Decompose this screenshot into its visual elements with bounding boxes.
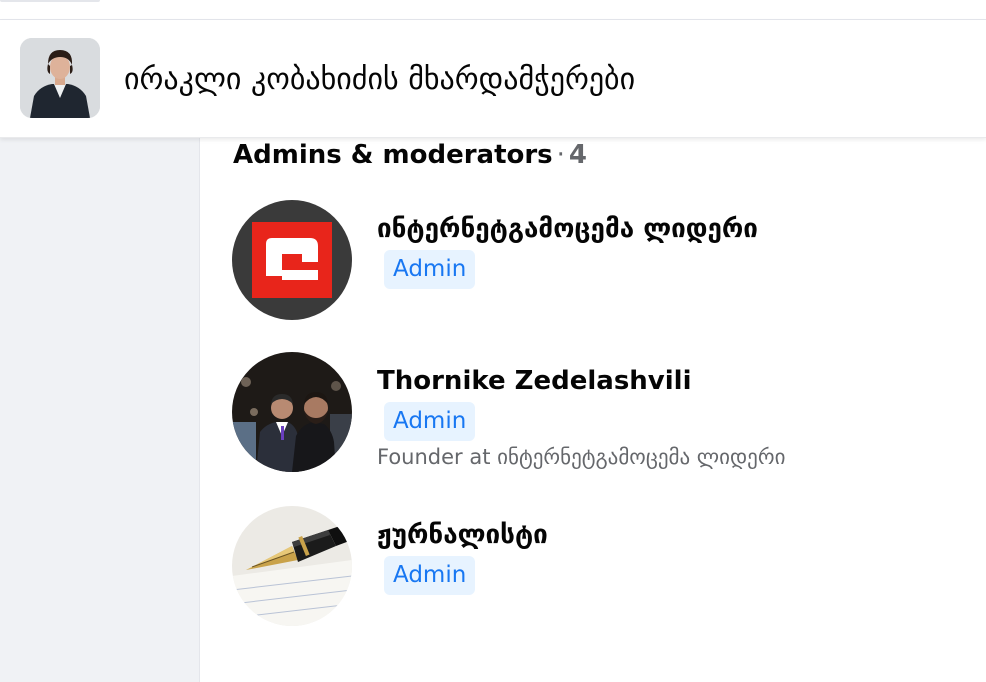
member-avatar[interactable] bbox=[232, 506, 352, 626]
member-avatar[interactable] bbox=[232, 200, 352, 320]
person-photo-icon bbox=[232, 352, 352, 472]
admins-moderators-heading: Admins & moderators · 4 bbox=[233, 140, 587, 170]
admin-badge: Admin bbox=[384, 250, 476, 289]
member-name[interactable]: ინტერნეტგამოცემა ლიდერი bbox=[377, 214, 758, 244]
top-bar-tab-edge bbox=[0, 0, 100, 2]
leader-logo-icon bbox=[232, 200, 352, 320]
group-name[interactable]: ირაკლი კობახიძის მხარდამჭერები bbox=[124, 62, 635, 97]
member-name[interactable]: ჟურნალისტი bbox=[377, 520, 548, 550]
member-name[interactable]: Thornike Zedelashvili bbox=[377, 366, 692, 396]
section-title: Admins & moderators bbox=[233, 140, 553, 170]
group-header: ირაკლი კობახიძის მხარდამჭერები bbox=[0, 20, 986, 138]
member-row: ჟურნალისტი Admin bbox=[232, 506, 972, 626]
member-subtitle: Founder at ინტერნეტგამოცემა ლიდერი bbox=[377, 445, 786, 469]
group-cover-photo-icon bbox=[20, 38, 100, 118]
admin-count: 4 bbox=[568, 140, 588, 170]
admin-badge: Admin bbox=[384, 402, 476, 441]
admin-badge: Admin bbox=[384, 556, 476, 595]
fountain-pen-icon bbox=[232, 506, 352, 626]
member-row: ინტერნეტგამოცემა ლიდერი Admin bbox=[232, 200, 972, 320]
group-avatar[interactable] bbox=[20, 38, 100, 118]
member-avatar[interactable] bbox=[232, 352, 352, 472]
section-separator: · bbox=[556, 140, 565, 170]
member-row: Thornike Zedelashvili Admin Founder at ი… bbox=[232, 352, 972, 472]
top-bar bbox=[0, 0, 986, 20]
